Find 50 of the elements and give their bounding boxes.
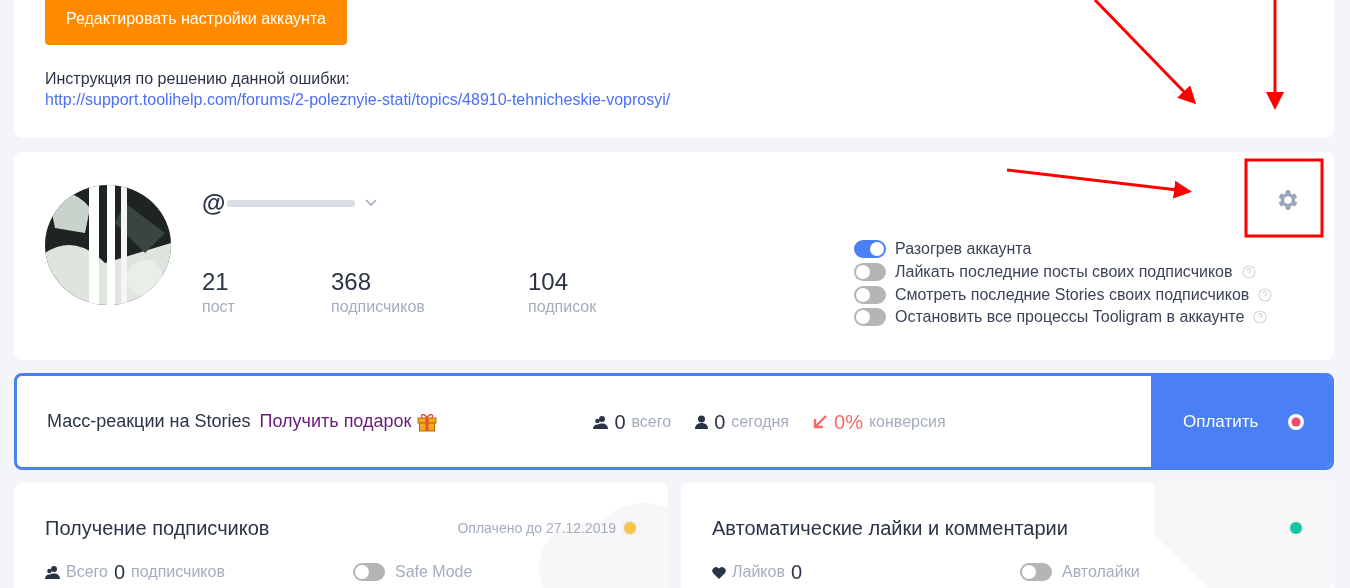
stat-label: пост <box>202 297 236 317</box>
toggle-switch[interactable] <box>854 308 886 327</box>
option-label: Разогрев аккаунта <box>895 239 1032 260</box>
gift-icon <box>417 411 438 432</box>
card-title: Автоматические лайки и комментарии <box>712 516 1068 541</box>
help-icon[interactable] <box>1253 310 1268 325</box>
arrow-down-left-icon <box>813 414 829 429</box>
toggle-label: Автолайки <box>1062 562 1140 582</box>
edit-account-button[interactable]: Редактировать настройки аккаунта <box>45 0 347 45</box>
user-icon <box>695 414 709 429</box>
stat-value: 0 <box>790 560 803 585</box>
toggle-switch[interactable] <box>854 263 886 282</box>
banner-stat-label: всего <box>631 411 672 432</box>
toggle-switch[interactable] <box>1020 563 1052 581</box>
banner-stat-value: 0 <box>614 409 626 435</box>
stat-prefix: Лайков <box>732 562 785 582</box>
toggle-switch[interactable] <box>854 240 886 259</box>
username: @ <box>202 188 226 218</box>
users-icon <box>45 565 60 579</box>
stat-value: 21 <box>202 268 230 296</box>
help-icon[interactable] <box>1241 265 1256 280</box>
option-label: Остановить все процессы Tooligram в аккаунте <box>895 307 1245 328</box>
stat-suffix: подписчиков <box>131 562 225 582</box>
toggle-switch[interactable] <box>353 563 385 581</box>
stat-label: подписчиков <box>331 297 426 317</box>
toggle-switch[interactable] <box>854 285 886 304</box>
card-title: Получение подписчиков <box>45 516 270 541</box>
banner-stat-label: сегодня <box>731 411 790 432</box>
record-icon <box>1288 413 1305 430</box>
heart-icon <box>712 565 726 579</box>
chevron-down-icon[interactable] <box>365 199 378 207</box>
stat-label: подписок <box>528 297 598 317</box>
support-link[interactable]: http://support.toolihelp.com/forums/2-poleznyie-stati/topics/48910-tehnicheskie-voprosyi/ <box>45 89 671 110</box>
stat-value: 368 <box>331 268 373 296</box>
users-icon <box>593 414 609 429</box>
paid-until-text: Оплачено до 27.12.2019 <box>457 518 616 538</box>
toggle-label: Safe Mode <box>395 562 473 582</box>
pay-button[interactable]: Оплатить <box>1151 376 1331 467</box>
stat-prefix: Всего <box>66 562 108 582</box>
stat-value: 104 <box>528 268 570 296</box>
banner-stat-label: конверсия <box>868 411 946 432</box>
banner-stat-value: 0% <box>834 409 863 435</box>
help-icon[interactable] <box>1258 287 1273 302</box>
banner-title: Масс-реакции на Stories <box>47 410 251 433</box>
instruction-text: Инструкция по решению данной ошибки: <box>45 69 351 89</box>
banner-stat-value: 0 <box>714 409 726 435</box>
option-label: Смотреть последние Stories своих подписчиков <box>895 284 1250 305</box>
gift-link[interactable]: Получить подарок <box>259 408 412 435</box>
option-label: Лайкать последние посты своих подписчиков <box>895 262 1233 283</box>
stat-value: 0 <box>113 560 126 585</box>
